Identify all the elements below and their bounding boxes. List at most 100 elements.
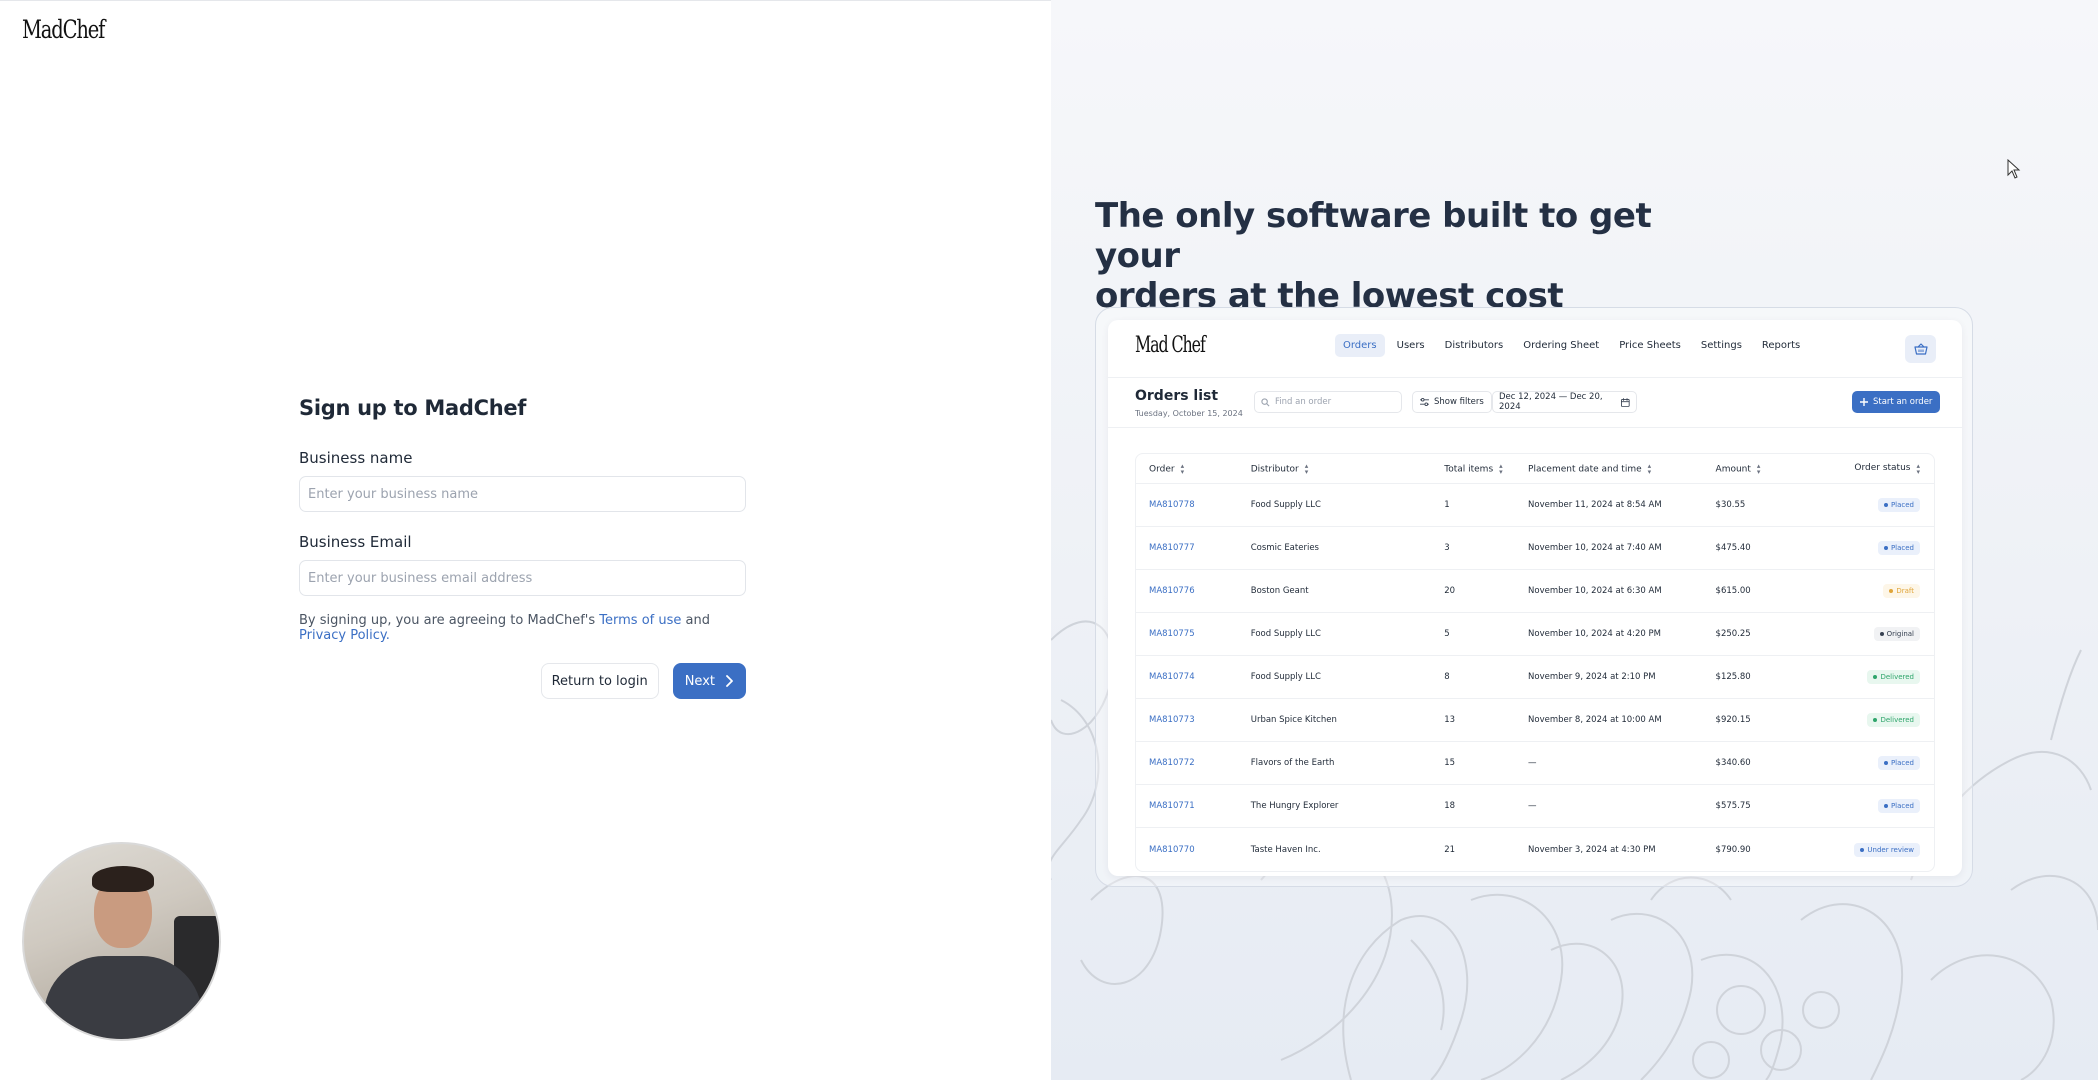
table-row: MA810773 Urban Spice Kitchen 13 November 8,… [1136,699,1934,742]
return-to-login-button[interactable]: Return to login [540,663,659,699]
preview-start-order-button: Start an order [1852,391,1941,413]
order-id: MA810775 [1149,629,1195,639]
table-row: MA810778 Food Supply LLC 1 November 11, 202… [1136,484,1934,527]
order-amount: $250.25 [1715,629,1751,639]
placement-date: November 3, 2024 at 4:30 PM [1528,844,1656,855]
preview-nav: Mad Chef Orders Users Distributors Ordering… [1108,320,1962,378]
distributor-name: Food Supply LLC [1250,500,1321,510]
status-badge-label: Draft [1896,587,1914,595]
preview-nav-items: Orders Users Distributors Ordering Sheet Pri… [1335,334,1808,357]
table-row: MA810775 Food Supply LLC 5 November 10, 202… [1136,613,1934,656]
marketing-panel: The only software built to get your orde… [1051,0,2098,1080]
placement-date: November 10, 2024 at 7:40 AM [1528,543,1662,553]
distributor-name: Urban Spice Kitchen [1250,715,1337,725]
status-badge: Placed [1877,799,1920,813]
preview-search: Find an order [1254,391,1402,413]
status-badge-label: Placed [1890,759,1914,767]
col-order-status: Order status [1854,462,1911,473]
preview-nav-settings: Settings [1700,340,1742,351]
order-id: MA810772 [1149,758,1195,768]
distributor-name: Boston Geant [1250,586,1309,596]
order-id: MA810777 [1149,543,1195,553]
col-order: Order [1149,464,1175,474]
order-amount: $30.55 [1715,500,1746,510]
basket-icon [1905,335,1936,363]
next-button-label: Next [684,673,715,689]
privacy-policy-link[interactable]: Privacy Policy. [299,628,390,643]
status-badge-label: Delivered [1880,673,1914,681]
preview-start-order-label: Start an order [1873,397,1933,407]
app-preview-frame: Mad Chef Orders Users Distributors Ordering… [1095,307,1973,887]
status-badge-label: Original [1886,630,1914,638]
preview-filters-button: Show filters [1412,391,1492,413]
status-badge: Delivered [1867,713,1920,727]
order-amount: $125.80 [1715,672,1751,682]
order-amount: $790.90 [1715,844,1751,855]
order-id: MA810776 [1149,586,1195,596]
business-name-label: Business name [299,449,413,467]
webcam-avatar [22,842,221,1041]
placement-date: November 11, 2024 at 8:54 AM [1528,500,1662,510]
table-row: MA810770 Taste Haven Inc. 21 November 3, 20… [1136,828,1934,871]
plus-icon [1860,398,1868,406]
signup-panel: MadChef Sign up to MadChef Business name… [0,0,1051,1080]
brand-logo[interactable]: MadChef [22,15,105,44]
status-badge-label: Under review [1867,845,1914,854]
preview-list-title: Orders list [1135,388,1219,404]
order-id: MA810778 [1149,500,1195,510]
col-amount: Amount [1715,464,1751,474]
order-amount: $575.75 [1715,801,1751,811]
placement-date: November 10, 2024 at 6:30 AM [1528,586,1662,596]
terms-of-use-link[interactable]: Terms of use [599,613,681,628]
status-badge: Placed [1877,756,1920,770]
preview-nav-price-sheets: Price Sheets [1619,340,1681,351]
placement-date: November 10, 2024 at 4:20 PM [1528,629,1661,639]
status-badge-label: Placed [1890,544,1914,552]
table-row: MA810776 Boston Geant 20 November 10, 2024 … [1136,570,1934,613]
table-row: MA810777 Cosmic Eateries 3 November 10, 202… [1136,527,1934,570]
signup-form: Sign up to MadChef Business name Busines… [299,396,746,699]
business-email-input[interactable] [299,560,746,596]
preview-orders-table: Order ▴ ▾ Distributor ▴ ▾ Total items ▴ ▾ Plac… [1135,453,1935,872]
search-icon [1261,397,1270,406]
app-preview: Mad Chef Orders Users Distributors Ordering… [1108,320,1962,876]
order-amount: $340.60 [1715,758,1751,768]
preview-nav-orders: Orders [1335,334,1385,357]
order-amount: $475.40 [1715,543,1751,553]
distributor-name: Taste Haven Inc. [1250,844,1321,855]
preview-nav-users: Users [1396,340,1425,351]
preview-date-range-text: Dec 12, 2024 — Dec 20, 2024 [1499,392,1603,412]
hero-headline-line1: The only software built to get your [1095,196,1652,276]
preview-search-placeholder: Find an order [1275,397,1332,407]
status-badge-label: Placed [1890,802,1914,810]
preview-table-header: Order ▴ ▾ Distributor ▴ ▾ Total items ▴ ▾ Plac… [1136,454,1934,484]
distributor-name: Food Supply LLC [1250,672,1321,682]
business-email-label: Business Email [299,533,412,551]
preview-list-date: Tuesday, October 15, 2024 [1135,409,1243,418]
status-badge: Draft [1883,584,1920,598]
business-name-input[interactable] [299,476,746,512]
order-id: MA810773 [1149,715,1195,725]
preview-toolbar: Orders list Tuesday, October 15, 2024 Fi… [1108,378,1962,428]
total-items: 18 [1444,801,1456,811]
placement-date: — [1528,801,1537,811]
col-total-items: Total items [1444,464,1494,474]
order-id: MA810770 [1149,844,1195,855]
col-placement-date: Placement date and time [1528,464,1642,474]
next-button[interactable]: Next [672,663,746,699]
total-items: 3 [1444,543,1450,553]
total-items: 20 [1444,586,1456,596]
table-row: MA810772 Flavors of the Earth 15 — $340.60 Pl… [1136,742,1934,785]
status-badge-label: Placed [1890,501,1914,509]
status-badge: Original [1873,627,1920,641]
total-items: 1 [1444,500,1450,510]
preview-nav-reports: Reports [1761,340,1801,351]
mouse-pointer-icon [2007,159,2021,179]
total-items: 15 [1444,758,1456,768]
chevron-right-icon [726,675,733,687]
terms-notice: By signing up, you are agreeing to MadCh… [299,613,746,643]
order-amount: $920.15 [1715,715,1751,725]
order-amount: $615.00 [1715,586,1751,596]
total-items: 5 [1444,629,1450,639]
preview-filters-label: Show filters [1434,397,1484,407]
